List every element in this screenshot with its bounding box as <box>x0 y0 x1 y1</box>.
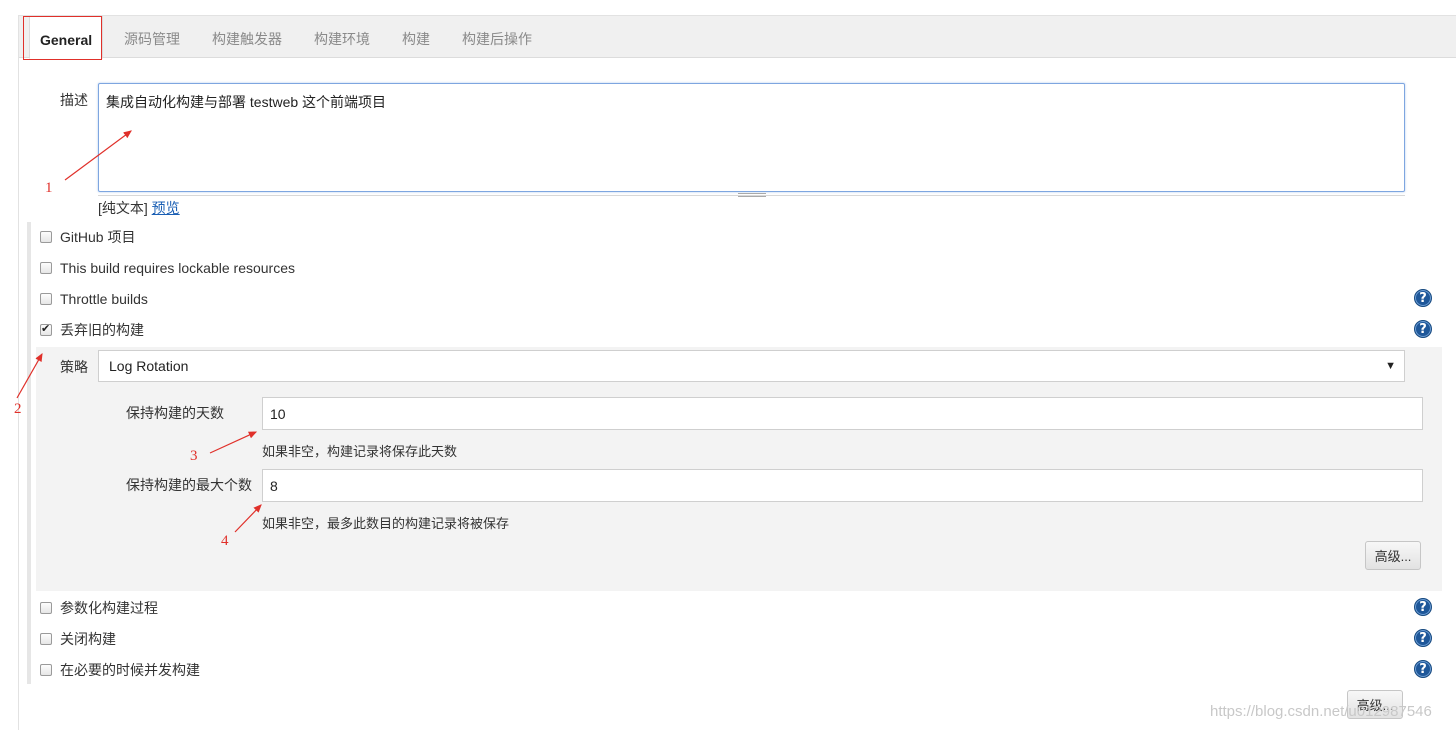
days-to-keep-input[interactable] <box>262 397 1423 430</box>
max-builds-hint: 如果非空，最多此数目的构建记录将被保存 <box>262 516 510 531</box>
discard-old-builds-help-icon[interactable]: ? <box>1414 320 1432 338</box>
annotation-number-2: 2 <box>14 401 22 417</box>
lockable-resources-checkbox[interactable] <box>40 262 52 274</box>
annotation-number-4: 4 <box>221 533 229 549</box>
strategy-selected-value: Log Rotation <box>109 358 189 374</box>
tab-source-code[interactable]: 源码管理 <box>124 16 180 58</box>
dropdown-caret-icon: ▼ <box>1385 360 1396 372</box>
option-github-project[interactable]: GitHub 项目 <box>40 227 135 247</box>
option-throttle-builds[interactable]: Throttle builds <box>40 289 148 309</box>
disable-build-checkbox[interactable] <box>40 633 52 645</box>
config-tab-bar: General 源码管理 构建触发器 构建环境 构建 构建后操作 <box>19 16 1456 59</box>
description-textarea[interactable]: 集成自动化构建与部署 testweb 这个前端项目 <box>98 83 1405 192</box>
plain-text-label: [纯文本] <box>98 200 148 216</box>
option-parameterized-build[interactable]: 参数化构建过程 <box>40 598 158 618</box>
discard-old-builds-label: 丢弃旧的构建 <box>60 322 144 338</box>
discard-advanced-button[interactable]: 高级... <box>1365 541 1421 570</box>
tab-general[interactable]: General <box>29 16 104 59</box>
disable-build-label: 关闭构建 <box>60 631 116 647</box>
concurrent-build-help-icon[interactable]: ? <box>1414 660 1432 678</box>
strategy-label: 策略 <box>60 359 88 375</box>
tab-build-triggers[interactable]: 构建触发器 <box>212 16 282 58</box>
annotation-number-3: 3 <box>190 448 198 464</box>
section-left-bar <box>27 222 31 684</box>
option-lockable-resources[interactable]: This build requires lockable resources <box>40 258 295 278</box>
throttle-builds-label: Throttle builds <box>60 291 148 307</box>
disable-build-help-icon[interactable]: ? <box>1414 629 1432 647</box>
parameterized-build-label: 参数化构建过程 <box>60 600 158 616</box>
option-disable-build[interactable]: 关闭构建 <box>40 629 116 649</box>
lockable-resources-label: This build requires lockable resources <box>60 260 295 276</box>
days-to-keep-hint: 如果非空，构建记录将保存此天数 <box>262 444 458 459</box>
days-to-keep-label: 保持构建的天数 <box>126 405 224 421</box>
concurrent-build-checkbox[interactable] <box>40 664 52 676</box>
preview-link[interactable]: 预览 <box>152 200 180 216</box>
annotation-number-1: 1 <box>45 180 53 196</box>
tab-build-environment[interactable]: 构建环境 <box>314 16 370 58</box>
github-project-checkbox[interactable] <box>40 231 52 243</box>
github-project-label: GitHub 项目 <box>60 229 136 245</box>
concurrent-build-label: 在必要的时候并发构建 <box>60 662 200 678</box>
max-builds-input[interactable] <box>262 469 1423 502</box>
parameterized-build-help-icon[interactable]: ? <box>1414 598 1432 616</box>
throttle-builds-checkbox[interactable] <box>40 293 52 305</box>
throttle-builds-help-icon[interactable]: ? <box>1414 289 1432 307</box>
strategy-select[interactable]: Log Rotation ▼ <box>98 350 1405 382</box>
option-discard-old-builds[interactable]: 丢弃旧的构建 <box>40 320 144 340</box>
parameterized-build-checkbox[interactable] <box>40 602 52 614</box>
description-format-line: [纯文本] 预览 <box>98 198 180 218</box>
discard-old-builds-checkbox[interactable] <box>40 322 52 336</box>
textarea-resize-grip[interactable] <box>738 193 766 197</box>
tab-build[interactable]: 构建 <box>402 16 430 58</box>
option-concurrent-build[interactable]: 在必要的时候并发构建 <box>40 660 200 680</box>
tab-post-build[interactable]: 构建后操作 <box>462 16 532 58</box>
description-label: 描述 <box>60 92 88 108</box>
max-builds-label: 保持构建的最大个数 <box>126 477 252 493</box>
watermark-text: https://blog.csdn.net/u012987546 <box>1210 703 1432 720</box>
